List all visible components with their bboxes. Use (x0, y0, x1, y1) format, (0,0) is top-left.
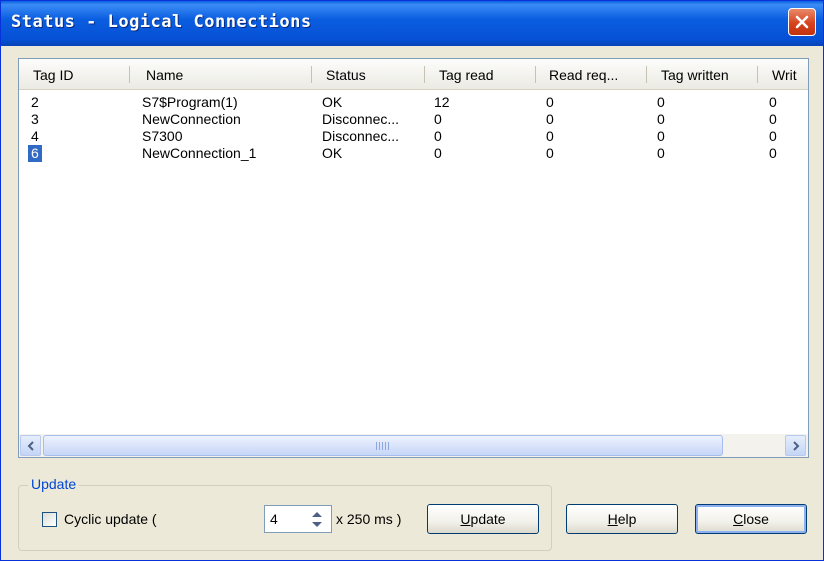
cell-read-req: 0 (546, 94, 554, 110)
column-header-tag-read[interactable]: Tag read (439, 59, 493, 89)
cell-tag-id: 4 (31, 128, 39, 144)
cell-write: 0 (769, 145, 777, 161)
help-button-mnemonic: H (607, 511, 618, 527)
column-header-tag-written[interactable]: Tag written (661, 59, 729, 89)
horizontal-scrollbar[interactable] (19, 434, 808, 457)
status-dialog: Status - Logical Connections Tag ID Name… (0, 0, 824, 561)
spin-up-icon[interactable] (311, 511, 323, 518)
column-separator[interactable] (535, 66, 536, 83)
interval-unit-label: x 250 ms ) (336, 511, 402, 527)
cell-status: OK (322, 94, 343, 110)
help-button-label: elp (617, 511, 637, 527)
cell-tag-read: 0 (434, 128, 442, 144)
column-header-tag-id[interactable]: Tag ID (33, 59, 73, 89)
scroll-right-button[interactable] (785, 435, 806, 456)
scroll-left-button[interactable] (20, 435, 41, 456)
cell-tag-written: 0 (657, 111, 665, 127)
cell-tag-written: 0 (657, 94, 665, 110)
window-title: Status - Logical Connections (11, 12, 312, 32)
cell-read-req: 0 (546, 145, 554, 161)
update-button-mnemonic: U (460, 511, 471, 527)
column-header-write[interactable]: Writ (772, 59, 808, 89)
column-separator[interactable] (129, 66, 130, 83)
cell-name: S7300 (142, 128, 183, 144)
spin-down-icon[interactable] (311, 521, 323, 528)
column-header-status[interactable]: Status (326, 59, 366, 89)
cell-write: 0 (769, 94, 777, 110)
cyclic-update-label[interactable]: Cyclic update ( (64, 511, 157, 527)
cell-tag-read: 12 (434, 94, 450, 110)
cell-tag-read: 0 (434, 145, 442, 161)
close-button-label: lose (743, 511, 769, 527)
arrow-left-icon (27, 441, 34, 451)
interval-value: 4 (270, 511, 278, 527)
cell-name: NewConnection_1 (142, 145, 257, 161)
list-header: Tag ID Name Status Tag read Read req... … (19, 59, 808, 90)
close-button-mnemonic: C (733, 511, 744, 527)
cell-read-req: 0 (546, 128, 554, 144)
table-row[interactable]: 4 S7300 Disconnec... 0 0 0 0 (19, 128, 808, 145)
update-group-label: Update (28, 476, 80, 492)
cell-tag-id: 6 (28, 145, 42, 162)
cyclic-update-checkbox[interactable] (42, 512, 57, 527)
update-button[interactable]: Update (427, 504, 539, 534)
cell-read-req: 0 (546, 111, 554, 127)
connections-list[interactable]: Tag ID Name Status Tag read Read req... … (18, 58, 809, 458)
close-x-icon (795, 15, 809, 29)
cell-tag-read: 0 (434, 111, 442, 127)
table-row[interactable]: 3 NewConnection Disconnec... 0 0 0 0 (19, 111, 808, 128)
column-separator[interactable] (757, 66, 758, 83)
table-row[interactable]: 2 S7$Program(1) OK 12 0 0 0 (19, 94, 808, 111)
update-button-label: pdate (470, 511, 506, 527)
column-separator[interactable] (424, 66, 425, 83)
scroll-thumb-grip (376, 442, 390, 450)
column-separator[interactable] (646, 66, 647, 83)
column-header-name[interactable]: Name (146, 59, 183, 89)
cell-tag-written: 0 (657, 145, 665, 161)
help-button[interactable]: Help (566, 504, 678, 534)
cell-tag-id: 2 (31, 94, 39, 110)
cell-write: 0 (769, 128, 777, 144)
cell-tag-id: 3 (31, 111, 39, 127)
arrow-right-icon (793, 441, 800, 451)
interval-stepper[interactable] (305, 507, 329, 531)
cell-status: OK (322, 145, 343, 161)
cell-status: Disconnec... (322, 111, 400, 127)
cell-status: Disconnec... (322, 128, 400, 144)
cell-name: S7$Program(1) (142, 94, 238, 110)
title-bar[interactable]: Status - Logical Connections (1, 1, 823, 46)
window-close-button[interactable] (788, 8, 816, 36)
table-row-selected[interactable]: 6 NewConnection_1 OK 0 0 0 0 (19, 145, 808, 162)
cell-write: 0 (769, 111, 777, 127)
scroll-thumb[interactable] (43, 435, 723, 456)
cell-name: NewConnection (142, 111, 241, 127)
column-header-read-req[interactable]: Read req... (549, 59, 618, 89)
cell-tag-written: 0 (657, 128, 665, 144)
column-separator[interactable] (311, 66, 312, 83)
close-button[interactable]: Close (695, 504, 807, 534)
